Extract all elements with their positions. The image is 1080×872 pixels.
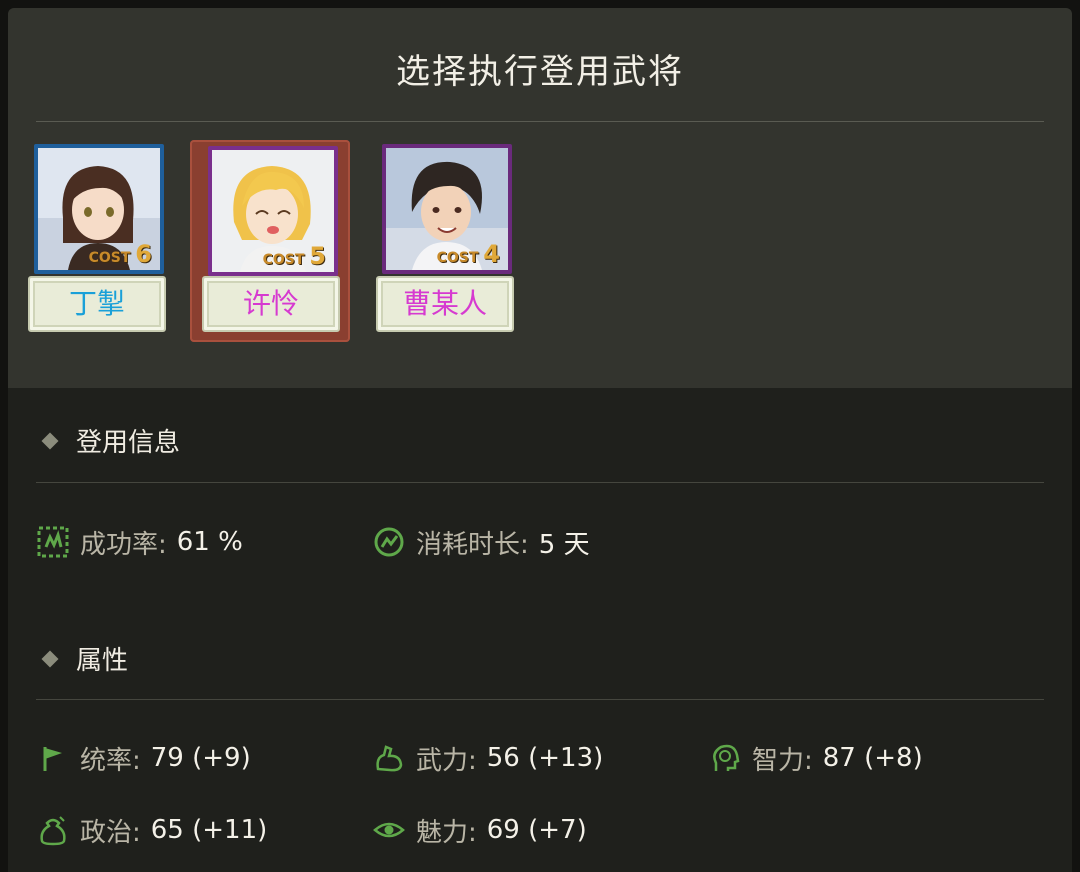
general-card-xu-lian[interactable]: COST 5 许怜 xyxy=(190,140,350,342)
duration-stat: 消耗时长: 5 天 xyxy=(372,518,590,566)
muscle-icon xyxy=(372,741,406,775)
general-portrait: COST 5 xyxy=(208,146,338,276)
strength-stat: 武力: 56 (+13) xyxy=(372,734,603,782)
leadership-stat: 统率: 79 (+9) xyxy=(36,734,251,782)
general-portrait: COST 6 xyxy=(34,144,164,274)
general-name-plate: 许怜 xyxy=(202,276,340,332)
recruit-info-heading: 登用信息 xyxy=(41,422,180,459)
recruit-info-divider xyxy=(36,482,1044,483)
charm-stat: 魅力: 69 (+7) xyxy=(372,806,587,854)
success-rate-stat: 成功率: 61 % xyxy=(36,518,243,566)
cost-badge: COST 5 xyxy=(262,242,326,270)
duration-icon xyxy=(372,525,406,559)
success-rate-icon xyxy=(36,525,70,559)
title-divider xyxy=(36,121,1044,122)
attributes-divider xyxy=(36,699,1044,700)
diamond-bullet-icon xyxy=(41,650,59,667)
attributes-heading: 属性 xyxy=(41,640,128,677)
general-name-plate: 丁掣 xyxy=(28,276,166,332)
cost-badge: COST 4 xyxy=(436,240,500,268)
general-portrait: COST 4 xyxy=(382,144,512,274)
brain-icon xyxy=(708,741,742,775)
cost-badge: COST 6 xyxy=(88,240,152,268)
general-card-cao-mouren[interactable]: COST 4 曹某人 xyxy=(376,140,524,340)
general-card-ding-che[interactable]: COST 6 丁掣 xyxy=(28,140,176,340)
details-panel xyxy=(8,388,1072,872)
diamond-bullet-icon xyxy=(41,432,59,449)
money-bag-icon xyxy=(36,813,70,847)
intelligence-stat: 智力: 87 (+8) xyxy=(708,734,923,782)
eye-icon xyxy=(372,813,406,847)
dialog-title: 选择执行登用武将 xyxy=(396,52,684,92)
politics-stat: 政治: 65 (+11) xyxy=(36,806,267,854)
flag-icon xyxy=(36,741,70,775)
general-name-plate: 曹某人 xyxy=(376,276,514,332)
